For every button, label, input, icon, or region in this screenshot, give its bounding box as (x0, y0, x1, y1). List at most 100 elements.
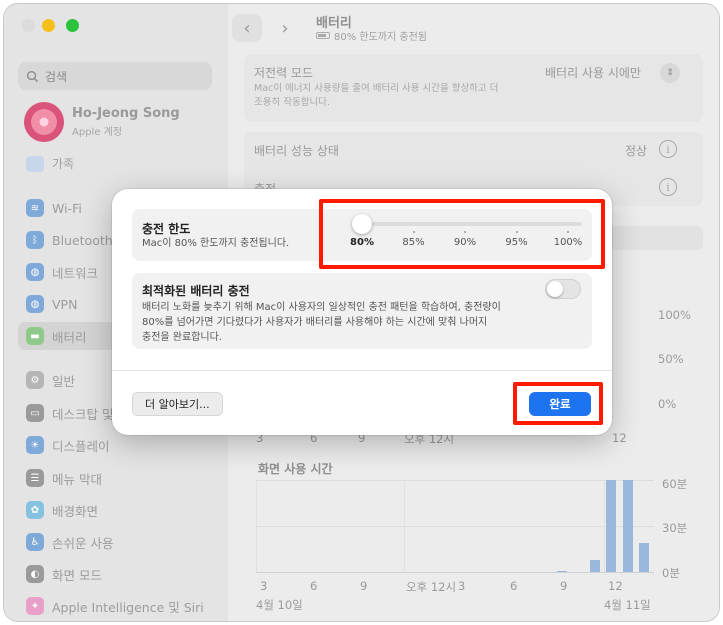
screen-time-title: 화면 사용 시간 (258, 462, 333, 476)
sidebar-item-label: 네트워크 (52, 265, 99, 281)
wifi-icon: ≋ (26, 199, 44, 217)
back-button[interactable]: ‹ (232, 14, 262, 42)
profile-name: Ho-Jeong Song (72, 106, 180, 121)
optimized-charging-toggle[interactable] (545, 279, 581, 299)
sidebar-item-label: VPN (52, 296, 78, 312)
forward-button[interactable]: › (270, 14, 300, 42)
battery-icon: ▬ (26, 327, 44, 345)
slider-highlight-box (319, 199, 605, 269)
vpn-globe-icon: ◍ (26, 295, 44, 313)
sidebar-item-menubar[interactable]: ☰ 메뉴 막대 (18, 464, 218, 492)
screen-x-tick: 3 (260, 579, 268, 593)
close-window-button[interactable] (22, 19, 35, 32)
grid-line (256, 480, 654, 481)
optimized-title: 최적화된 배터리 충전 (142, 284, 250, 298)
screen-time-bar (639, 542, 650, 572)
accessibility-icon: ♿ (26, 533, 44, 551)
sidebar-item-label: 손쉬운 사용 (52, 535, 114, 551)
search-icon (26, 70, 39, 82)
bluetooth-icon: ᛒ (26, 231, 44, 249)
charge-limit-title: 충전 한도 (142, 222, 191, 236)
family-icon (26, 155, 44, 172)
screen-time-bar (589, 559, 600, 572)
battery-icon (316, 32, 330, 39)
zoom-window-button[interactable] (66, 19, 79, 32)
gear-icon: ⚙ (26, 371, 44, 389)
grid-line (256, 480, 257, 572)
globe-icon: ◍ (26, 263, 44, 281)
screen-y-tick: 0분 (662, 566, 680, 580)
search-placeholder: 검색 (45, 69, 68, 84)
screen-x-tick: 오후 12시 (406, 580, 457, 594)
grid-line (256, 526, 654, 527)
low-power-desc-line: Mac이 에너지 사용량을 줄여 배터리 사용 시간을 향상하고 더 (254, 83, 499, 94)
sidebar-item-siri[interactable]: ✦ Apple Intelligence 및 Siri (18, 592, 218, 620)
menubar-icon: ☰ (26, 469, 44, 487)
sun-icon: ☀ (26, 436, 44, 454)
health-label: 배터리 성능 상태 (254, 144, 339, 158)
sidebar-item-wallpaper[interactable]: ✿ 배경화면 (18, 496, 218, 524)
minimize-window-button[interactable] (42, 19, 55, 32)
info-icon[interactable]: i (659, 140, 677, 158)
screen-mode-icon: ◐ (26, 565, 44, 583)
sidebar-item-label: 메뉴 막대 (52, 471, 102, 487)
optimized-desc-line: 충전을 완료합니다. (142, 332, 222, 343)
search-field[interactable]: 검색 (18, 62, 212, 90)
screen-x-tick: 12 (608, 579, 623, 593)
low-power-card: 저전력 모드 Mac이 에너지 사용량을 줄여 배터리 사용 시간을 향상하고 … (244, 54, 703, 122)
low-power-select-value: 배터리 사용 시에만 (545, 66, 641, 80)
sidebar-item-label: 화면 모드 (52, 567, 102, 583)
info-icon[interactable]: i (659, 178, 677, 196)
optimized-charging-card: 최적화된 배터리 충전 배터리 노화를 늦추기 위해 Mac이 사용자의 일상적… (132, 273, 592, 349)
optimized-desc-line: 80%를 넘어가면 기다렸다가 사용자가 배터리를 사용해야 하는 시간에 맞춰… (142, 317, 488, 328)
sidebar-item-label: 디스플레이 (52, 438, 110, 454)
screen-date-end: 4월 11일 (604, 598, 651, 612)
level-y-tick: 0% (658, 397, 677, 411)
sidebar-item-label: Bluetooth (52, 232, 113, 248)
grid-line (256, 572, 654, 573)
screen-time-bar (556, 571, 567, 572)
profile-sub: Apple 계정 (72, 127, 123, 138)
sidebar-item-label: 가족 (52, 157, 75, 171)
screen-x-tick: 9 (560, 579, 568, 593)
grid-line (604, 480, 605, 572)
sidebar-item-family[interactable]: 가족 (26, 155, 74, 172)
sidebar-item-screen-mode[interactable]: ◐ 화면 모드 (18, 560, 218, 588)
toggle-knob (547, 281, 563, 297)
health-value: 정상 (625, 144, 648, 158)
screen-time-bar (606, 480, 617, 572)
learn-more-button[interactable]: 더 알아보기... (132, 392, 223, 416)
charge-limit-desc: Mac이 80% 한도까지 충전됩니다. (142, 238, 290, 249)
sheet-divider (112, 370, 612, 371)
apple-account-profile[interactable]: Ho-Jeong Song Apple 계정 (24, 102, 180, 142)
optimized-desc: 배터리 노화를 늦추기 위해 Mac이 사용자의 일상적인 충전 패턴을 학습하… (142, 300, 501, 345)
screen-date-start: 4월 10일 (256, 598, 303, 612)
updown-chevron-icon[interactable]: ⇕ (660, 63, 680, 83)
wallpaper-icon: ✿ (26, 501, 44, 519)
chevron-right-icon: › (281, 17, 289, 39)
level-x-tick: 12 (612, 431, 627, 445)
siri-icon: ✦ (26, 597, 44, 615)
sidebar-item-label: 일반 (52, 373, 76, 389)
avatar (24, 102, 64, 142)
low-power-select[interactable]: 배터리 사용 시에만 (545, 64, 641, 81)
screen-time-bar (622, 480, 633, 572)
sidebar-item-accessibility[interactable]: ♿ 손쉬운 사용 (18, 528, 218, 556)
dock-icon: ▭ (26, 404, 44, 422)
low-power-desc: Mac이 에너지 사용량을 줄여 배터리 사용 시간을 향상하고 더 조용히 작동… (254, 82, 498, 110)
sidebar-item-label: 배경화면 (52, 503, 99, 519)
screen-x-tick: 9 (360, 579, 368, 593)
chevron-left-icon: ‹ (243, 17, 251, 39)
sidebar-item-label: Apple Intelligence 및 Siri (52, 599, 204, 615)
page-subtitle-text: 80% 한도까지 충전됨 (334, 32, 427, 43)
sidebar-item-displays[interactable]: ☀ 디스플레이 (18, 431, 218, 459)
level-y-tick: 100% (658, 308, 691, 322)
page-subtitle: 80% 한도까지 충전됨 (316, 28, 427, 43)
screen-x-tick: 3 (458, 579, 466, 593)
optimized-desc-line: 배터리 노화를 늦추기 위해 Mac이 사용자의 일상적인 충전 패턴을 학습하… (142, 302, 501, 313)
grid-line (404, 480, 405, 572)
sidebar-item-label: Wi-Fi (52, 200, 82, 216)
low-power-label: 저전력 모드 (254, 66, 314, 80)
sidebar-item-label: 배터리 (52, 329, 87, 345)
screen-x-tick: 6 (510, 579, 518, 593)
